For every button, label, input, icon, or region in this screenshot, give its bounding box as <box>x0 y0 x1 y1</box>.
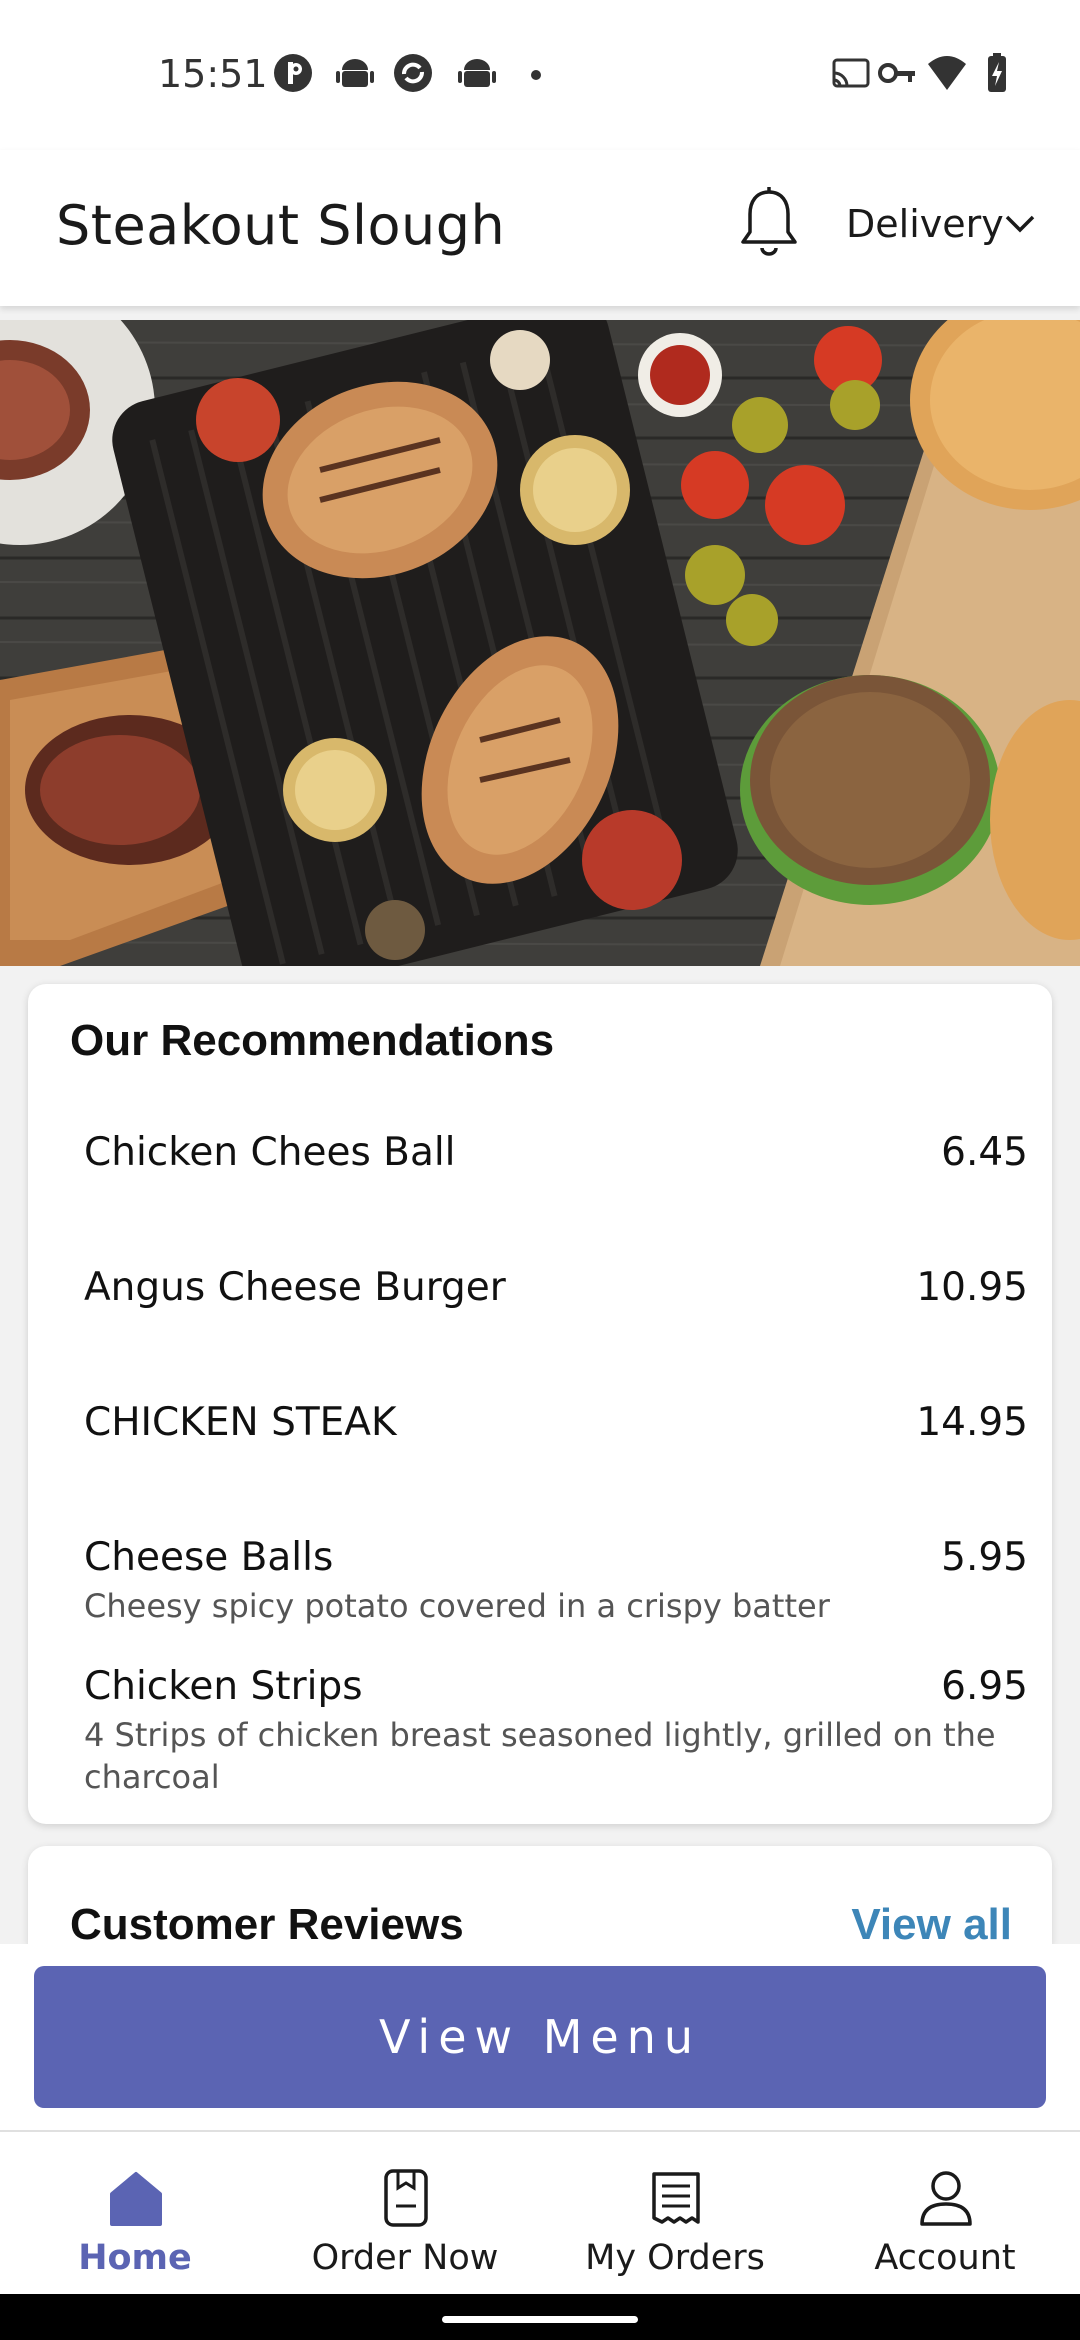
android-icon <box>336 59 374 87</box>
sync-icon <box>394 54 432 92</box>
view-menu-bar: View Menu <box>0 1944 1080 2130</box>
home-gesture-handle[interactable] <box>442 2316 638 2323</box>
nav-label: My Orders <box>585 2238 765 2278</box>
bottom-navigation: Home Order Now My Orders Account <box>0 2130 1080 2296</box>
food-illustration <box>0 320 1080 966</box>
item-name: CHICKEN STEAK <box>84 1400 397 1445</box>
item-name: Chicken Strips <box>84 1664 363 1709</box>
chevron-down-icon[interactable] <box>1004 212 1036 236</box>
item-description: 4 Strips of chicken breast seasoned ligh… <box>84 1716 996 1796</box>
item-name: Cheese Balls <box>84 1535 334 1580</box>
account-icon <box>920 2171 972 2226</box>
status-bar: 15:51 <box>0 0 1080 150</box>
recommendations-card: Our Recommendations Chicken Chees Ball 6… <box>28 984 1052 1824</box>
android-icon <box>458 59 496 87</box>
gesture-navigation-bar <box>0 2294 1080 2340</box>
customer-reviews-title: Customer Reviews <box>70 1900 464 1949</box>
app-header: Steakout Slough Delivery <box>0 150 1080 306</box>
item-price: 10.95 <box>916 1265 1028 1310</box>
hero-banner-image <box>0 320 1080 966</box>
view-all-link[interactable]: View all <box>851 1900 1012 1950</box>
nav-item-my-orders[interactable]: My Orders <box>540 2132 810 2296</box>
nav-item-home[interactable]: Home <box>0 2132 270 2296</box>
restaurant-title: Steakout Slough <box>56 194 506 257</box>
item-price: 6.95 <box>941 1664 1028 1709</box>
nav-label: Order Now <box>311 2238 499 2278</box>
customer-reviews-card: Customer Reviews View all <box>28 1846 1052 1949</box>
p-icon <box>274 54 312 92</box>
vpn-key-icon <box>878 63 915 83</box>
battery-charging-icon <box>988 53 1006 92</box>
home-icon <box>110 2172 162 2226</box>
bell-icon[interactable] <box>738 186 800 260</box>
nav-item-order-now[interactable]: Order Now <box>270 2132 540 2296</box>
receipt-icon <box>652 2172 700 2224</box>
order-type-selector[interactable]: Delivery <box>846 202 1004 246</box>
dot-icon <box>531 70 541 80</box>
cast-icon <box>832 58 870 88</box>
item-name: Angus Cheese Burger <box>84 1265 506 1310</box>
status-time: 15:51 <box>158 52 268 96</box>
nav-label: Account <box>874 2238 1016 2278</box>
item-price: 14.95 <box>916 1400 1028 1445</box>
item-description: Cheesy spicy potato covered in a crispy … <box>84 1587 830 1625</box>
nav-item-account[interactable]: Account <box>810 2132 1080 2296</box>
wifi-icon <box>928 56 966 90</box>
item-price: 5.95 <box>941 1535 1028 1580</box>
item-price: 6.45 <box>941 1130 1028 1175</box>
view-menu-button[interactable]: View Menu <box>34 1966 1046 2108</box>
order-now-icon <box>384 2169 428 2227</box>
item-name: Chicken Chees Ball <box>84 1130 456 1175</box>
recommendations-title: Our Recommendations <box>70 1016 555 1065</box>
nav-label: Home <box>78 2238 192 2278</box>
